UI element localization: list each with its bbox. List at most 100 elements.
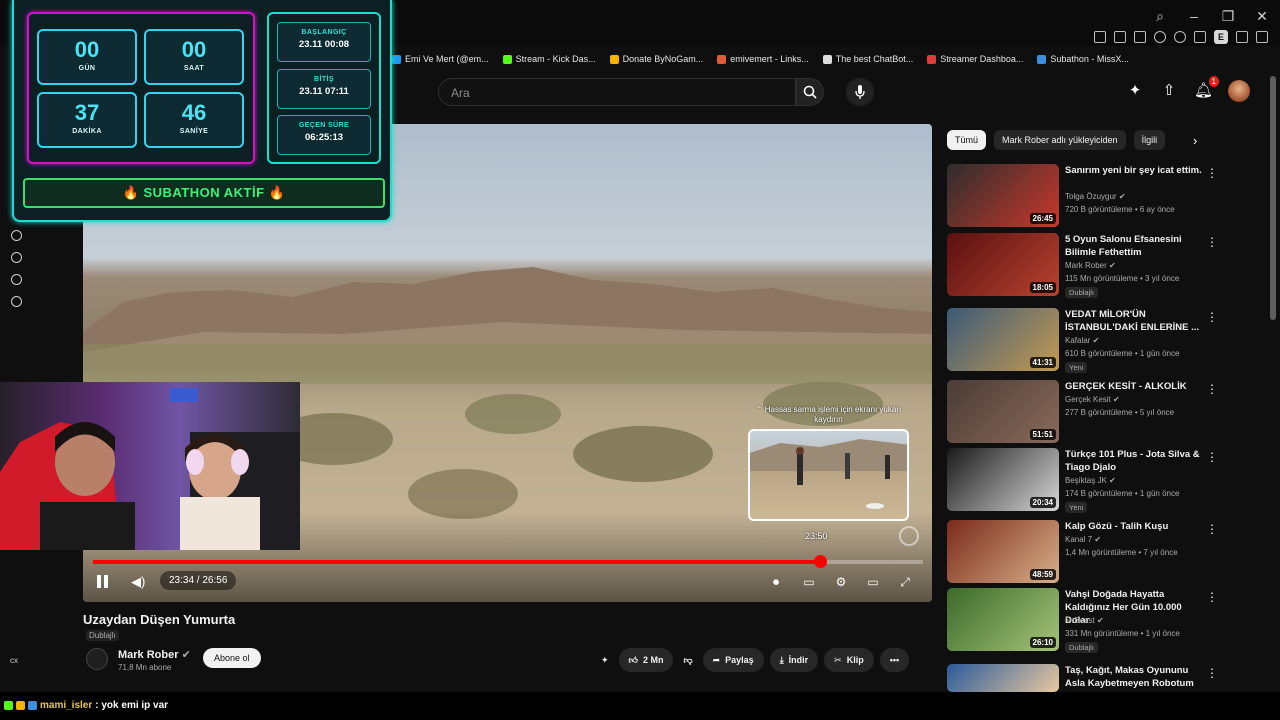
like-button[interactable]: 👍︎ 2 Mn: [618, 648, 674, 672]
filter-chip[interactable]: Tümü: [947, 130, 987, 150]
channel-label[interactable]: Mark Rober: [1065, 261, 1107, 270]
recommendation-item[interactable]: 48:59 Kalp Gözü - Talih Kuşu Kanal 7 ✔ 1,4 …: [947, 520, 1277, 584]
recommendation-channel[interactable]: MrBeast ✔: [1065, 616, 1104, 625]
more-vert-icon[interactable]: ⋮: [1206, 666, 1218, 680]
share-button[interactable]: ➦ Paylaş: [702, 648, 764, 672]
voice-search-button[interactable]: [846, 78, 874, 106]
scrubber-handle[interactable]: [814, 555, 828, 568]
video-thumbnail[interactable]: 20:34: [947, 448, 1059, 511]
video-thumbnail[interactable]: 18:05: [947, 233, 1059, 296]
puzzle-icon[interactable]: [1194, 31, 1206, 43]
video-thumbnail[interactable]: 41:31: [947, 308, 1059, 371]
more-vert-icon[interactable]: ⋮: [1206, 450, 1218, 464]
minimize-button[interactable]: –: [1186, 8, 1202, 25]
channel-name-text[interactable]: Mark Rober: [118, 649, 179, 661]
bookmark-item[interactable]: Donate ByNoGam...: [609, 54, 703, 64]
channel-name[interactable]: Mark Rober ✔: [118, 648, 191, 661]
recommendation-item[interactable]: 20:34 Türkçe 101 Plus - Jota Silva & Tiag…: [947, 448, 1277, 513]
channel-label[interactable]: Gerçek Kesit: [1065, 395, 1111, 404]
more-vert-icon[interactable]: ⋮: [1206, 382, 1218, 396]
volume-icon[interactable]: ◀): [131, 574, 145, 590]
recommendation-channel[interactable]: Tolga Özuygur ✔: [1065, 192, 1126, 201]
subtitles-icon[interactable]: ▭: [800, 573, 818, 591]
tab-icon[interactable]: [1114, 31, 1126, 43]
recommendation-channel[interactable]: Kanal 7 ✔: [1065, 535, 1101, 544]
pin-icon[interactable]: [1094, 31, 1106, 43]
more-vert-icon[interactable]: ⋮: [1206, 522, 1218, 536]
sparkle-icon[interactable]: ✦: [1126, 82, 1144, 100]
recommendation-item[interactable]: 26:10 Vahşi Doğada Hayatta Kaldığınız Her…: [947, 588, 1277, 653]
autoplay-toggle[interactable]: ⏺: [767, 573, 785, 591]
settings-icon[interactable]: [11, 296, 22, 307]
recommendation-channel[interactable]: Beşiktaş JK ✔: [1065, 476, 1116, 485]
bookmark-item[interactable]: emivemert - Links...: [717, 54, 809, 64]
search-button[interactable]: [796, 78, 824, 106]
clock-icon[interactable]: [11, 252, 22, 263]
close-button[interactable]: ✕: [1254, 8, 1270, 25]
filter-chip[interactable]: Mark Rober adlı yükleyiciden: [994, 130, 1126, 150]
more-vert-icon[interactable]: ⋮: [1206, 235, 1218, 249]
shield-icon[interactable]: [1134, 31, 1146, 43]
recommendation-title[interactable]: Kalp Gözü - Talih Kuşu: [1065, 520, 1205, 533]
recommendation-title[interactable]: GERÇEK KESİT - ALKOLİK: [1065, 380, 1205, 393]
video-thumbnail[interactable]: 26:10: [947, 588, 1059, 651]
channel-label[interactable]: Tolga Özuygur: [1065, 192, 1117, 201]
channel-label[interactable]: Kafalar: [1065, 336, 1090, 345]
upload-icon[interactable]: ⇧: [1160, 82, 1178, 100]
settings-gear-icon[interactable]: ⚙: [832, 573, 850, 591]
recommendation-title[interactable]: VEDAT MİLOR'ÜN İSTANBUL'DAKİ ENLERİNE ..…: [1065, 308, 1205, 334]
bookmark-item[interactable]: Emi Ve Mert (@em...: [392, 54, 489, 64]
download-icon[interactable]: [1236, 31, 1248, 43]
heart-icon[interactable]: [1174, 31, 1186, 43]
bookmark-item[interactable]: Stream - Kick Das...: [502, 54, 596, 64]
download-button[interactable]: ⤓ İndir: [769, 648, 819, 672]
channel-avatar[interactable]: [86, 648, 108, 670]
recommendation-item[interactable]: 41:31 VEDAT MİLOR'ÜN İSTANBUL'DAKİ ENLERİ…: [947, 308, 1277, 373]
sparkle-action-icon[interactable]: ✦: [597, 648, 613, 672]
avatar[interactable]: [1228, 80, 1250, 102]
more-vert-icon[interactable]: ⋮: [1206, 310, 1218, 324]
recommendation-item[interactable]: 18:05 5 Oyun Salonu Efsanesini Bilimle Fe…: [947, 233, 1277, 298]
subscribe-button[interactable]: Abone ol: [203, 648, 261, 668]
recommendation-item[interactable]: 51:51 GERÇEK KESİT - ALKOLİK Gerçek Kesit …: [947, 380, 1277, 444]
bookmark-item[interactable]: The best ChatBot...: [822, 54, 913, 64]
puzzle-rail-icon[interactable]: [11, 274, 22, 285]
recommendation-item[interactable]: 26:45 Sanırım yeni bir şey icat ettim. Tol…: [947, 164, 1277, 228]
menu-icon[interactable]: [1256, 31, 1268, 43]
clip-button[interactable]: ✂ Klip: [824, 648, 874, 672]
rail-icon-1[interactable]: [11, 230, 22, 241]
scrollbar[interactable]: [1270, 76, 1276, 320]
bookmark-item[interactable]: Subathon - MissX...: [1037, 54, 1129, 64]
recommendation-channel[interactable]: Kafalar ✔: [1065, 336, 1099, 345]
video-thumbnail[interactable]: 48:59: [947, 520, 1059, 583]
video-thumbnail[interactable]: 26:45: [947, 164, 1059, 227]
more-vert-icon[interactable]: ⋮: [1206, 166, 1218, 180]
restore-button[interactable]: ❐: [1220, 8, 1236, 25]
recommendation-title[interactable]: Türkçe 101 Plus - Jota Silva & Tiago Dja…: [1065, 448, 1205, 474]
channel-label[interactable]: MrBeast: [1065, 616, 1095, 625]
channel-label[interactable]: Kanal 7: [1065, 535, 1092, 544]
recommendation-channel[interactable]: Gerçek Kesit ✔: [1065, 395, 1120, 404]
channel-label[interactable]: Beşiktaş JK: [1065, 476, 1107, 485]
search-icon[interactable]: ⌕: [1152, 8, 1168, 25]
video-thumbnail[interactable]: 51:51: [947, 380, 1059, 443]
pause-button[interactable]: [97, 575, 111, 589]
dislike-button[interactable]: 👎︎: [679, 648, 696, 672]
more-actions-button[interactable]: •••: [879, 648, 910, 672]
more-vert-icon[interactable]: ⋮: [1206, 590, 1218, 604]
search-input[interactable]: Ara: [438, 78, 796, 106]
notifications-button[interactable]: 🔔︎ 1: [1194, 76, 1219, 100]
play-icon[interactable]: [1154, 31, 1166, 43]
video-thumbnail[interactable]: [947, 664, 1059, 692]
chevron-right-icon[interactable]: ›: [1193, 133, 1197, 148]
progress-bar[interactable]: [93, 555, 923, 568]
bookmark-item[interactable]: Streamer Dashboa...: [927, 54, 1023, 64]
recommendation-title[interactable]: 5 Oyun Salonu Efsanesini Bilimle Fethett…: [1065, 233, 1205, 259]
recommendation-channel[interactable]: Mark Rober ✔: [1065, 261, 1116, 270]
channel-watermark[interactable]: [899, 526, 919, 546]
filter-chip[interactable]: İlgili: [1133, 130, 1166, 150]
theater-mode-icon[interactable]: ▭: [864, 573, 882, 591]
recommendation-title[interactable]: Sanırım yeni bir şey icat ettim.: [1065, 164, 1205, 177]
fullscreen-icon[interactable]: ⤢: [896, 573, 914, 591]
profile-icon[interactable]: E: [1214, 30, 1228, 44]
